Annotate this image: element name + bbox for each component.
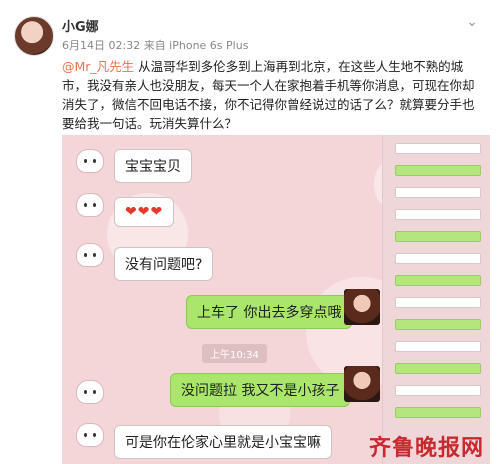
hello-kitty-avatar (76, 243, 104, 267)
chat-message: 宝宝宝贝 (114, 149, 192, 183)
hello-kitty-avatar (76, 380, 104, 404)
mini-message (395, 341, 481, 352)
mini-message (395, 385, 481, 396)
watermark-logo: 齐鲁晚报网 (368, 435, 484, 461)
chat-screenshot-image[interactable]: 宝宝宝贝 ❤❤❤ 没有问题吧? 上车了 你出去多穿点哦 上午10:34 没问题拉… (62, 135, 490, 464)
post-meta: 6月14日 02:32 来自 iPhone 6s Plus (62, 39, 249, 52)
username[interactable]: 小G娜 (62, 16, 99, 35)
mini-message (395, 363, 481, 374)
chat-timestamp: 上午10:34 (202, 344, 267, 363)
sender-avatar (344, 366, 380, 402)
mention-link[interactable]: @Mr_凡先生 (62, 59, 134, 74)
post-text: @Mr_凡先生 从温哥华到多伦多到上海再到北京，在这些人生地不熟的城市，我没有亲… (62, 57, 480, 133)
chat-message-sent: 上车了 你出去多穿点哦 (186, 295, 353, 329)
chat-message: ❤❤❤ (114, 197, 175, 227)
heart-icon: ❤❤❤ (125, 204, 164, 220)
chevron-down-icon[interactable]: ⌄ (466, 14, 478, 30)
chat-message: 可是你在伦家心里就是小宝宝嘛 (114, 425, 332, 459)
mini-message (395, 253, 481, 264)
sender-avatar (344, 289, 380, 325)
chat-message: 没有问题吧? (114, 247, 214, 281)
weibo-post-header: 小G娜 6月14日 02:32 来自 iPhone 6s Plus ⌄ @Mr_… (0, 0, 500, 131)
user-avatar[interactable] (14, 16, 54, 56)
mini-message (395, 319, 481, 330)
mini-message (395, 187, 481, 198)
mini-message (395, 209, 481, 220)
mini-message (395, 275, 481, 286)
hello-kitty-avatar (76, 149, 104, 173)
chat-message-sent: 没问题拉 我又不是小孩子 (170, 373, 351, 407)
hello-kitty-avatar (76, 193, 104, 217)
mini-message (395, 297, 481, 308)
mini-message (395, 165, 481, 176)
mini-message (395, 143, 481, 154)
mini-message (395, 231, 481, 242)
hello-kitty-avatar (76, 423, 104, 447)
mini-message (395, 407, 481, 418)
chat-collage-panel (382, 135, 490, 464)
